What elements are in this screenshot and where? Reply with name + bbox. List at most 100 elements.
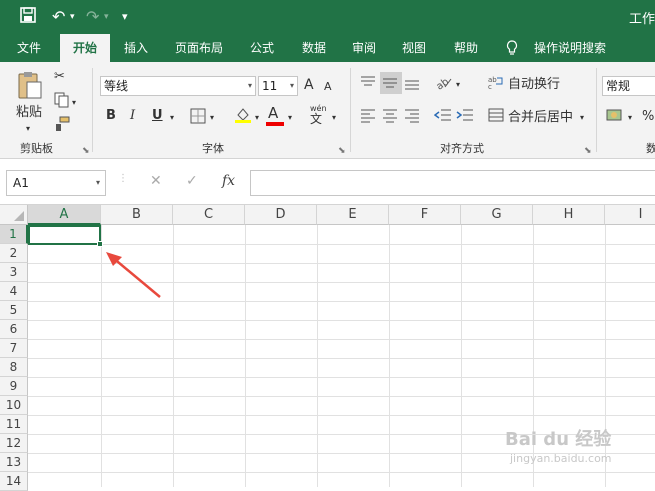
number-format-value: 常规 <box>606 79 631 93</box>
font-launcher-icon[interactable]: ⬊ <box>338 146 346 156</box>
accounting-format-icon[interactable] <box>606 107 624 129</box>
increase-font-icon[interactable]: A <box>304 76 314 94</box>
column-header-h[interactable]: H <box>533 205 605 225</box>
align-top-icon[interactable] <box>360 74 376 96</box>
wrap-text-icon[interactable]: ab c <box>488 74 504 96</box>
font-name-select[interactable]: 等线 ▾ <box>100 76 256 96</box>
redo-dropdown-icon[interactable]: ▾ <box>104 7 109 27</box>
fill-color-icon[interactable] <box>234 106 252 130</box>
wrap-text-label[interactable]: 自动换行 <box>508 76 560 94</box>
align-left-icon[interactable] <box>360 107 376 129</box>
column-header-b[interactable]: B <box>101 205 173 225</box>
column-header-i[interactable]: I <box>605 205 655 225</box>
undo-icon[interactable]: ↶ <box>52 7 65 27</box>
increase-indent-icon[interactable] <box>456 107 474 129</box>
number-format-select[interactable]: 常规 <box>602 76 655 96</box>
format-painter-icon[interactable] <box>54 116 70 138</box>
tell-me-search[interactable]: 操作说明搜索 <box>528 34 612 62</box>
row-header-12[interactable]: 12 <box>0 434 28 453</box>
alignment-group-label: 对齐方式 <box>440 142 484 155</box>
row-header-1[interactable]: 1 <box>0 225 28 244</box>
copy-dropdown-icon[interactable]: ▾ <box>72 94 76 112</box>
tab-data[interactable]: 数据 <box>292 34 336 62</box>
row-header-3[interactable]: 3 <box>0 263 28 282</box>
row-header-14[interactable]: 14 <box>0 472 28 491</box>
underline-dropdown-icon[interactable]: ▾ <box>170 109 174 127</box>
merge-center-label[interactable]: 合并后居中 <box>508 109 573 127</box>
gridline <box>173 225 174 487</box>
tab-insert[interactable]: 插入 <box>114 34 158 62</box>
tab-view[interactable]: 视图 <box>392 34 436 62</box>
bold-button[interactable]: B <box>106 107 116 125</box>
font-size-select[interactable]: 11 ▾ <box>258 76 298 96</box>
accounting-dropdown-icon[interactable]: ▾ <box>628 109 632 127</box>
column-header-f[interactable]: F <box>389 205 461 225</box>
cancel-formula-icon[interactable]: ✕ <box>150 173 162 189</box>
select-all-button[interactable] <box>0 205 28 225</box>
undo-dropdown-icon[interactable]: ▾ <box>70 7 75 27</box>
column-header-e[interactable]: E <box>317 205 389 225</box>
formula-input[interactable] <box>250 170 655 196</box>
annotation-arrow-icon <box>106 252 161 298</box>
copy-icon[interactable] <box>54 92 70 114</box>
clipboard-launcher-icon[interactable]: ⬊ <box>82 146 90 156</box>
row-header-2[interactable]: 2 <box>0 244 28 263</box>
name-box[interactable]: A1 ▾ <box>6 170 106 196</box>
document-title: 工作 <box>628 12 655 27</box>
tab-formulas[interactable]: 公式 <box>240 34 284 62</box>
column-header-a[interactable]: A <box>28 205 101 225</box>
italic-button[interactable]: I <box>130 107 135 125</box>
row-header-10[interactable]: 10 <box>0 396 28 415</box>
borders-icon[interactable] <box>190 108 206 130</box>
alignment-launcher-icon[interactable]: ⬊ <box>584 146 592 156</box>
orientation-dropdown-icon[interactable]: ▾ <box>456 76 460 94</box>
row-header-6[interactable]: 6 <box>0 320 28 339</box>
font-color-icon[interactable]: A <box>268 104 278 122</box>
phonetic-dropdown-icon[interactable]: ▾ <box>332 109 336 127</box>
fill-color-dropdown-icon[interactable]: ▾ <box>255 109 259 127</box>
tab-file[interactable]: 文件 <box>6 34 52 62</box>
tab-help[interactable]: 帮助 <box>444 34 488 62</box>
orientation-icon[interactable]: ab <box>434 74 452 96</box>
gridline <box>28 415 655 416</box>
enter-formula-icon[interactable]: ✓ <box>186 173 198 189</box>
align-center-icon[interactable] <box>382 107 398 129</box>
row-header-11[interactable]: 11 <box>0 415 28 434</box>
column-header-c[interactable]: C <box>173 205 245 225</box>
customize-quick-access-icon[interactable]: ▾ <box>122 7 128 27</box>
redo-icon[interactable]: ↷ <box>86 7 99 27</box>
chevron-down-icon: ▾ <box>95 178 100 187</box>
decrease-font-icon[interactable]: A <box>324 78 332 96</box>
number-group-label: 数 <box>646 142 655 155</box>
insert-function-icon[interactable]: fx <box>222 173 235 189</box>
row-header-13[interactable]: 13 <box>0 453 28 472</box>
paste-icon[interactable] <box>14 70 44 106</box>
save-icon[interactable] <box>20 7 36 28</box>
column-header-g[interactable]: G <box>461 205 533 225</box>
row-header-7[interactable]: 7 <box>0 339 28 358</box>
merge-dropdown-icon[interactable]: ▾ <box>580 109 584 127</box>
align-right-icon[interactable] <box>404 107 420 129</box>
row-header-5[interactable]: 5 <box>0 301 28 320</box>
tab-page-layout[interactable]: 页面布局 <box>168 34 230 62</box>
underline-button[interactable]: U <box>152 107 163 125</box>
tab-review[interactable]: 审阅 <box>342 34 386 62</box>
ribbon-home: 粘贴 ▾ ✂ ▾ 剪贴板 ⬊ 等线 ▾ 11 ▾ A A B I U ▾ ▾ ▾… <box>0 62 655 159</box>
percent-button[interactable]: % <box>642 108 654 126</box>
column-header-d[interactable]: D <box>245 205 317 225</box>
borders-dropdown-icon[interactable]: ▾ <box>210 109 214 127</box>
align-bottom-icon[interactable] <box>404 74 420 96</box>
phonetic-guide-icon[interactable]: wén 文 <box>310 104 327 126</box>
active-cell-a1[interactable] <box>28 225 101 245</box>
row-header-9[interactable]: 9 <box>0 377 28 396</box>
font-color-dropdown-icon[interactable]: ▾ <box>288 109 292 127</box>
tab-home[interactable]: 开始 <box>60 34 110 62</box>
cut-icon[interactable]: ✂ <box>54 68 65 86</box>
paste-dropdown-icon[interactable]: ▾ <box>26 120 30 138</box>
align-middle-icon[interactable] <box>380 72 402 94</box>
row-header-8[interactable]: 8 <box>0 358 28 377</box>
separator <box>596 68 597 152</box>
row-header-4[interactable]: 4 <box>0 282 28 301</box>
merge-center-icon[interactable] <box>488 107 504 129</box>
decrease-indent-icon[interactable] <box>433 107 452 129</box>
